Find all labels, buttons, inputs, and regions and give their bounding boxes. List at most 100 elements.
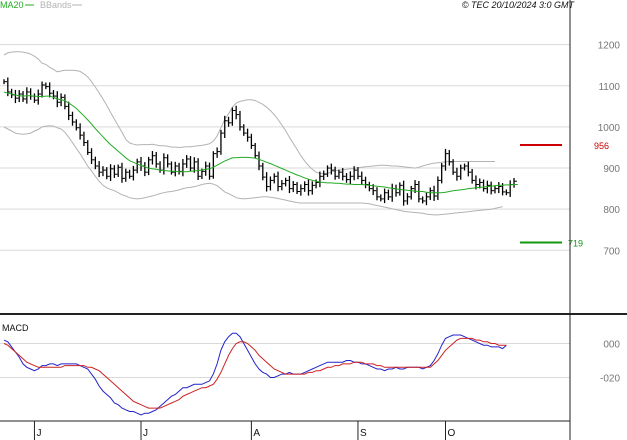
price-bar <box>304 181 308 192</box>
price-bar <box>467 161 472 177</box>
resistance-label: 956 <box>594 141 609 151</box>
price-bar <box>368 181 373 192</box>
price-bar <box>364 176 369 189</box>
price-bar <box>383 188 388 204</box>
price-bar <box>243 124 247 136</box>
macd-line <box>3 332 507 416</box>
price-bar <box>334 166 339 180</box>
price-bar <box>121 162 125 183</box>
price-bar <box>155 152 160 168</box>
price-bar <box>109 164 114 181</box>
price-bar <box>151 151 156 165</box>
price-y-tick-label: 900 <box>603 164 620 175</box>
price-bar <box>83 131 87 147</box>
price-bar <box>300 184 304 196</box>
price-bar <box>422 196 426 204</box>
x-month-label: O <box>447 428 455 439</box>
price-bar <box>288 175 293 194</box>
price-bar <box>125 168 129 182</box>
macd-gridlines <box>0 343 570 378</box>
price-bar <box>262 162 266 181</box>
price-y-tick-label: 1200 <box>598 41 621 52</box>
price-bar <box>273 173 278 184</box>
price-bar <box>349 171 354 185</box>
price-bar <box>498 182 502 194</box>
support-resistance-levels: 956719 <box>520 141 609 248</box>
price-bar <box>71 111 76 126</box>
price-y-tick-label: 1000 <box>598 123 621 134</box>
price-bar <box>79 123 84 140</box>
price-bar <box>387 189 392 201</box>
macd-title: MACD <box>2 323 29 333</box>
price-bar <box>281 179 285 191</box>
price-bar <box>231 107 236 126</box>
price-bar <box>147 156 152 176</box>
price-bar <box>29 88 34 100</box>
price-bar <box>10 88 15 99</box>
ma20-line-group <box>3 91 518 194</box>
price-bar <box>37 89 42 105</box>
price-bar <box>505 189 510 196</box>
price-y-tick-label: 800 <box>603 205 620 216</box>
price-bar <box>361 171 365 186</box>
price-bar <box>136 158 141 174</box>
price-bar <box>49 82 53 98</box>
price-bar <box>90 148 95 165</box>
price-bar <box>144 162 148 177</box>
price-bar <box>75 119 80 131</box>
chart-canvas: 956719 1200 1100 1000 900 800 700 000 -020 J J A S O… <box>0 0 627 440</box>
price-bar <box>463 163 468 171</box>
price-bar <box>323 170 327 180</box>
price-bar <box>410 185 415 200</box>
macd-y-tick-label: -020 <box>600 374 620 385</box>
price-bar <box>471 168 476 184</box>
price-bar <box>402 180 407 206</box>
price-bar <box>444 148 449 171</box>
axes: 1200 1100 1000 900 800 700 000 -020 J J A S O <box>0 0 627 440</box>
price-bar <box>456 167 460 181</box>
price-bar <box>174 161 179 177</box>
price-bar <box>167 154 171 168</box>
price-bar <box>140 156 145 171</box>
x-month-label: J <box>36 428 41 439</box>
price-bar <box>429 187 434 201</box>
price-bar <box>448 149 453 166</box>
bband-upper-line <box>3 51 495 175</box>
price-bar <box>441 163 445 184</box>
price-bar <box>406 193 411 205</box>
price-bar <box>98 161 103 178</box>
price-bar <box>117 164 122 177</box>
legend-bbands: BBands <box>40 0 72 10</box>
price-bar <box>490 181 495 195</box>
price-bar <box>14 89 19 104</box>
price-y-tick-label: 1100 <box>598 82 620 93</box>
price-bar <box>254 142 259 159</box>
price-bar <box>197 158 202 180</box>
price-bar <box>94 156 99 170</box>
price-bar <box>163 153 167 175</box>
price-bar <box>307 179 312 196</box>
macd-signal-line <box>3 337 507 409</box>
price-bar <box>494 185 498 194</box>
price-bar <box>246 128 251 142</box>
price-bar <box>41 81 46 98</box>
price-bar <box>87 140 91 155</box>
price-bar <box>482 179 487 192</box>
price-bar <box>216 147 221 158</box>
price-bar <box>433 185 438 201</box>
macd-lines <box>3 332 507 416</box>
price-bar <box>269 176 274 191</box>
legend-ma20: MA20 <box>0 0 24 10</box>
price-bar <box>391 183 396 202</box>
price-bar <box>509 180 514 197</box>
price-bar <box>513 178 517 188</box>
stock-chart: 956 719 1200 1100 1000 900 800 700 000 -020 J J A S O… <box>0 0 627 440</box>
price-bar <box>311 181 316 195</box>
price-bar <box>208 162 213 180</box>
price-bar <box>277 171 282 192</box>
price-bar <box>178 162 183 175</box>
price-bar <box>338 169 342 179</box>
price-bar <box>292 181 297 193</box>
price-bar <box>425 192 430 206</box>
price-bar <box>265 172 270 192</box>
